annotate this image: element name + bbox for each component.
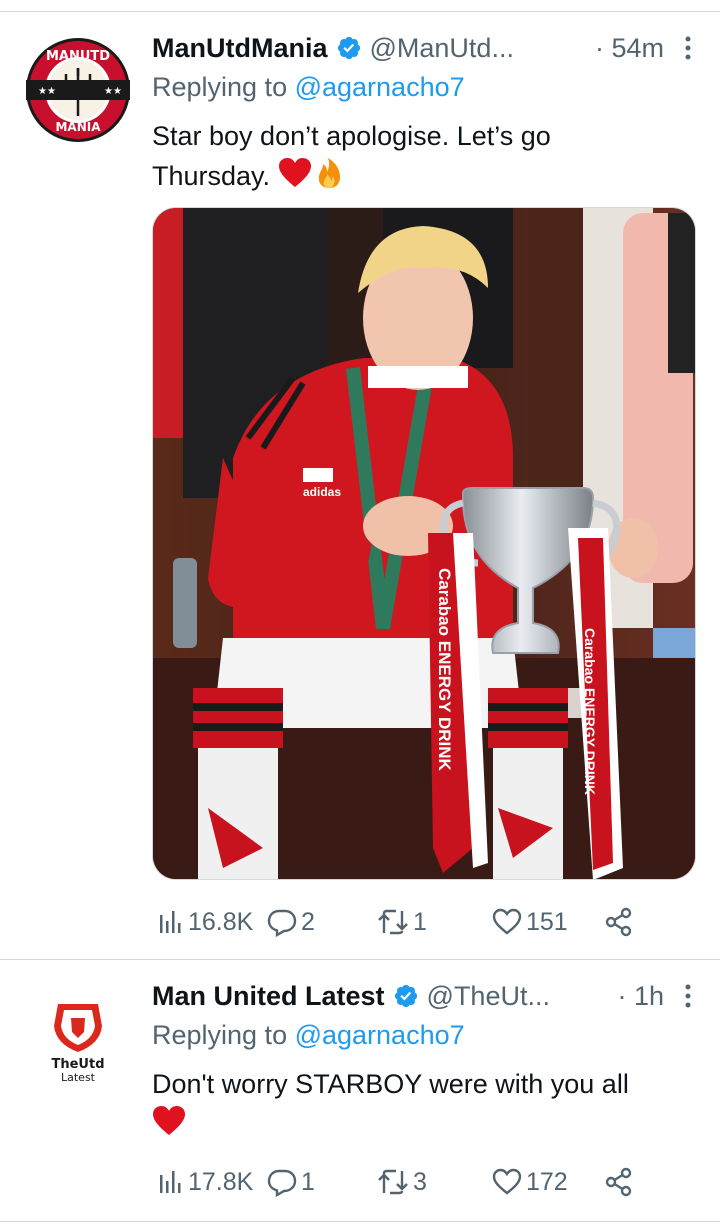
more-dots-icon[interactable] bbox=[676, 981, 700, 1011]
like-button[interactable]: 151 bbox=[492, 900, 568, 944]
replying-label: Replying to bbox=[152, 72, 295, 102]
verified-badge-icon bbox=[393, 983, 419, 1009]
tweet-card[interactable]: TheUtd Latest Man United Latest @TheUt..… bbox=[0, 960, 720, 1222]
retweet-icon bbox=[378, 909, 408, 935]
svg-text:★★: ★★ bbox=[38, 86, 56, 97]
tweet-text-line: Don't worry STARBOY were with you all bbox=[152, 1069, 629, 1099]
media-ribbon-text: Carabao ENERGY DRINK bbox=[435, 568, 454, 772]
retweet-button[interactable]: 3 bbox=[377, 1160, 427, 1204]
avatar-text-top: MANUTD bbox=[46, 49, 110, 64]
tweet-text-line: Thursday. bbox=[152, 156, 700, 196]
fire-emoji bbox=[312, 157, 346, 189]
tweet-photo[interactable]: adidas Carabao ENERGY DRINK Carabao ENER… bbox=[152, 207, 696, 880]
views-count: 16.8K bbox=[188, 907, 254, 936]
media-ribbon-text: Carabao ENERGY DRINK bbox=[582, 628, 598, 795]
red-heart-emoji bbox=[152, 1105, 186, 1137]
timestamp[interactable]: · 54m bbox=[585, 33, 664, 64]
share-icon bbox=[605, 907, 632, 937]
mention-link[interactable]: @agarnacho7 bbox=[295, 72, 465, 102]
tweet-card[interactable]: ★★ ★★ MANUTD MANIA ManUtdMania @ManUtd..… bbox=[0, 12, 720, 960]
avatar-text-bottom: Latest bbox=[61, 1071, 96, 1084]
tweet-text-line: Star boy don’t apologise. Let’s go bbox=[152, 121, 551, 151]
like-count: 151 bbox=[526, 907, 568, 936]
shirt-brand: adidas bbox=[303, 485, 341, 499]
tweet-actions: 16.8K 2 1 151 bbox=[152, 900, 642, 944]
avatar-text-top: TheUtd bbox=[51, 1057, 104, 1072]
like-count: 172 bbox=[526, 1167, 568, 1196]
verified-badge-icon bbox=[336, 35, 362, 61]
views-bars-icon bbox=[160, 1171, 181, 1193]
svg-text:★★: ★★ bbox=[104, 86, 122, 97]
like-button[interactable]: 172 bbox=[492, 1160, 568, 1204]
tweet-text: Star boy don’t apologise. Let’s go Thurs… bbox=[152, 116, 700, 196]
heart-icon bbox=[492, 908, 522, 935]
more-dots-icon[interactable] bbox=[676, 33, 700, 63]
share-button[interactable] bbox=[604, 1160, 634, 1204]
reply-bubble-icon bbox=[267, 909, 297, 937]
reply-count: 1 bbox=[301, 1167, 315, 1196]
reply-count: 2 bbox=[301, 907, 315, 936]
replying-to: Replying to @agarnacho7 bbox=[152, 72, 465, 103]
avatar-text-bottom: MANIA bbox=[55, 120, 101, 134]
tweet-text-line bbox=[152, 1104, 700, 1144]
retweet-icon bbox=[378, 1169, 408, 1195]
reply-bubble-icon bbox=[267, 1169, 297, 1197]
views-button[interactable]: 17.8K bbox=[158, 1160, 253, 1204]
share-button[interactable] bbox=[604, 900, 634, 944]
retweet-count: 3 bbox=[413, 1167, 427, 1196]
retweet-count: 1 bbox=[413, 907, 427, 936]
reply-button[interactable]: 2 bbox=[267, 900, 315, 944]
tweet-text-word: Thursday. bbox=[152, 161, 271, 191]
replying-to: Replying to @agarnacho7 bbox=[152, 1020, 465, 1051]
views-bars-icon bbox=[160, 911, 181, 933]
share-icon bbox=[605, 1167, 632, 1197]
reply-button[interactable]: 1 bbox=[267, 1160, 315, 1204]
author-name[interactable]: ManUtdMania bbox=[152, 33, 328, 64]
timestamp[interactable]: · 1h bbox=[607, 981, 664, 1012]
retweet-button[interactable]: 1 bbox=[377, 900, 427, 944]
red-heart-emoji bbox=[278, 157, 312, 189]
mention-link[interactable]: @agarnacho7 bbox=[295, 1020, 465, 1050]
tweet-actions: 17.8K 1 3 172 bbox=[152, 1160, 642, 1204]
author-handle[interactable]: @ManUtd... bbox=[370, 33, 514, 64]
top-divider bbox=[0, 0, 720, 12]
replying-label: Replying to bbox=[152, 1020, 295, 1050]
views-count: 17.8K bbox=[188, 1167, 254, 1196]
views-button[interactable]: 16.8K bbox=[158, 900, 253, 944]
tweet-text: Don't worry STARBOY were with you all bbox=[152, 1064, 700, 1144]
tweet-header: ManUtdMania @ManUtd... · 54m bbox=[152, 28, 700, 68]
avatar[interactable]: TheUtd Latest bbox=[24, 982, 132, 1090]
author-name[interactable]: Man United Latest bbox=[152, 981, 385, 1012]
author-handle[interactable]: @TheUt... bbox=[427, 981, 550, 1012]
avatar[interactable]: ★★ ★★ MANUTD MANIA bbox=[24, 36, 132, 144]
tweet-header: Man United Latest @TheUt... · 1h bbox=[152, 976, 700, 1016]
heart-icon bbox=[492, 1168, 522, 1195]
